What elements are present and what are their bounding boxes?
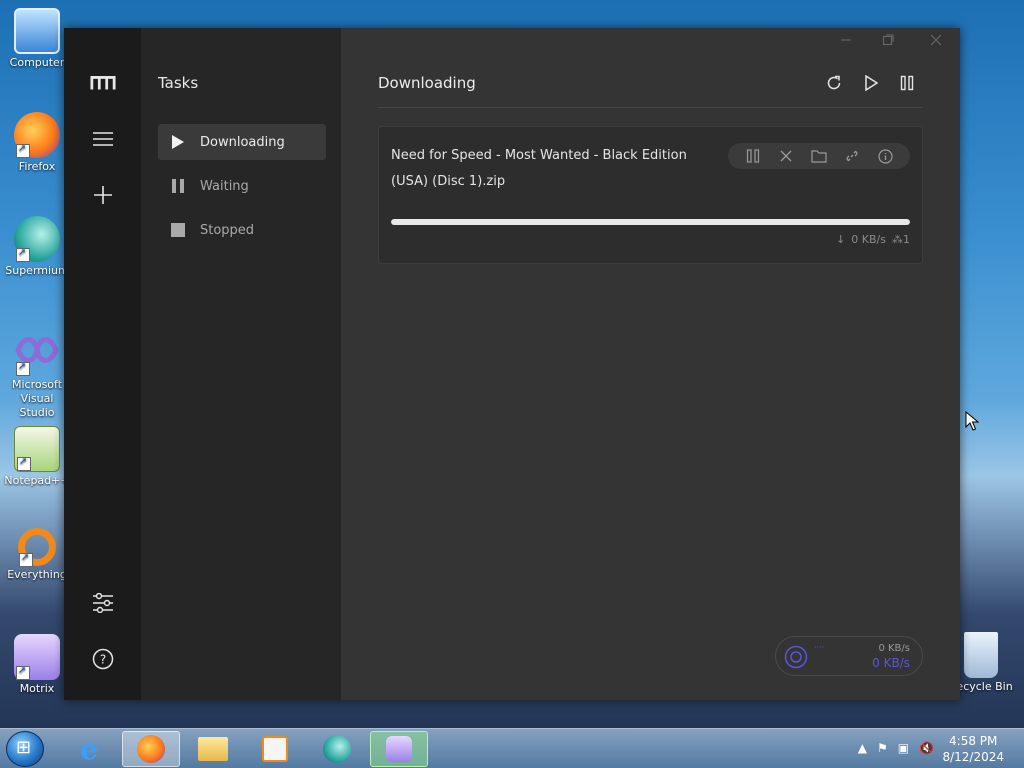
nav-item-label: Stopped: [200, 222, 255, 238]
nav-item-stopped[interactable]: Stopped: [158, 212, 326, 248]
nav-item-label: Downloading: [200, 134, 285, 150]
motrix-icon: [14, 634, 60, 680]
supermium-icon: [323, 735, 351, 763]
close-button[interactable]: [924, 34, 948, 50]
main-panel: Downloading Need for Speed - Most Wanted…: [341, 28, 979, 700]
speed-meter-label: ····: [814, 643, 825, 652]
task-nav: Downloading Waiting Stopped: [158, 124, 326, 256]
desktop-icon-supermium[interactable]: Supermium: [2, 216, 72, 278]
maximize-button[interactable]: [876, 34, 900, 50]
desktop-icon-label: Everything: [7, 568, 67, 581]
system-tray: ▲ ⚑ ▣ 🔇: [858, 741, 934, 755]
nav-item-waiting[interactable]: Waiting: [158, 168, 326, 204]
task-link-button[interactable]: [841, 146, 863, 166]
task-speed: 0 KB/s: [851, 233, 886, 246]
refresh-icon: [826, 75, 842, 95]
task-progress-bar: [391, 219, 910, 225]
ie-icon: e: [80, 732, 98, 766]
recycle-bin-icon: [964, 632, 998, 678]
icon-rail: ?: [64, 28, 141, 700]
play-icon: [170, 134, 186, 150]
desktop-icon-motrix[interactable]: Motrix: [2, 634, 72, 696]
motrix-icon: [386, 736, 412, 762]
desktop-icon-label: Microsoft Visual Studio: [11, 378, 63, 419]
task-pause-button[interactable]: [742, 146, 764, 166]
desktop-icon-label: Motrix: [19, 682, 55, 695]
task-item[interactable]: Need for Speed - Most Wanted - Black Edi…: [378, 126, 923, 264]
preferences-icon[interactable]: [90, 590, 116, 616]
folder-icon: [198, 737, 228, 761]
task-sidebar: Tasks Downloading Waiting Stopped: [141, 28, 341, 700]
title-divider: [378, 107, 923, 108]
nav-item-label: Waiting: [200, 178, 249, 194]
everything-icon: [18, 528, 56, 567]
visual-studio-icon: [14, 330, 60, 376]
motrix-logo-icon: [90, 70, 116, 96]
refresh-button[interactable]: [823, 74, 845, 96]
taskbar-supermium[interactable]: [308, 731, 366, 767]
network-icon[interactable]: ▣: [898, 741, 909, 755]
minimize-button[interactable]: [834, 34, 858, 50]
download-speed: 0 KB/s: [872, 656, 910, 670]
speedometer-icon: [784, 645, 808, 669]
supermium-icon: [14, 216, 60, 262]
desktop-icon-visual-studio[interactable]: Microsoft Visual Studio: [2, 330, 72, 420]
task-meta: ↓ 0 KB/s ⁂ 1: [836, 233, 910, 246]
nav-item-downloading[interactable]: Downloading: [158, 124, 326, 160]
task-progress-fill: [391, 219, 910, 225]
desktop-icon-label: Firefox: [18, 160, 56, 173]
pause-icon: [170, 178, 186, 194]
task-folder-button[interactable]: [808, 146, 830, 166]
stop-icon: [170, 222, 186, 238]
svg-text:?: ?: [100, 653, 106, 667]
firefox-icon: [14, 112, 60, 158]
desktop-icon-firefox[interactable]: Firefox: [2, 112, 72, 174]
download-arrow-icon: ↓: [836, 233, 846, 246]
sidebar-title: Tasks: [158, 74, 199, 92]
show-hidden-icons-icon[interactable]: ▲: [858, 741, 867, 755]
desktop-icon-label: Notepad++: [4, 474, 70, 487]
desktop-icon-everything[interactable]: Everything: [2, 528, 72, 582]
volume-muted-icon[interactable]: 🔇: [919, 741, 934, 755]
mouse-cursor-icon: [965, 411, 979, 431]
task-info-button[interactable]: [874, 146, 896, 166]
pause-all-button[interactable]: [896, 74, 918, 96]
firefox-icon: [137, 735, 165, 763]
taskbar-firefox[interactable]: [122, 731, 180, 767]
resume-all-button[interactable]: [860, 74, 882, 96]
taskbar-motrix[interactable]: [370, 731, 428, 767]
clock-date: 8/12/2024: [942, 750, 1004, 764]
clock-time: 4:58 PM: [949, 734, 998, 748]
taskbar-clock[interactable]: 4:58 PM 8/12/2024: [942, 733, 1004, 765]
speed-meter[interactable]: ···· 0 KB/s 0 KB/s: [775, 636, 923, 676]
connections-icon: ⁂: [892, 233, 903, 246]
menu-icon[interactable]: [90, 126, 116, 152]
page-title: Downloading: [378, 74, 476, 92]
notepadpp-icon: [14, 426, 60, 472]
motrix-window: ? Tasks Downloading Waiting Stopped Down…: [64, 28, 979, 700]
media-player-icon: [262, 736, 288, 762]
desktop-icon-notepadpp[interactable]: Notepad++: [2, 426, 72, 488]
task-connections: 1: [903, 233, 910, 246]
computer-icon: [14, 8, 60, 54]
upload-speed: 0 KB/s: [878, 643, 910, 654]
task-delete-button[interactable]: [775, 146, 797, 166]
help-icon[interactable]: ?: [90, 646, 116, 672]
task-name: Need for Speed - Most Wanted - Black Edi…: [391, 148, 687, 189]
taskbar-ie[interactable]: e: [60, 731, 118, 767]
task-actions: [728, 143, 910, 169]
action-center-flag-icon[interactable]: ⚑: [877, 741, 888, 755]
taskbar-media-player[interactable]: [246, 731, 304, 767]
desktop-icon-label: Computer: [9, 56, 65, 69]
pause-icon: [900, 75, 914, 95]
start-button[interactable]: [6, 731, 44, 767]
desktop-icon-label: Supermium: [5, 264, 69, 277]
add-task-icon[interactable]: [90, 182, 116, 208]
play-icon: [864, 74, 879, 95]
taskbar-explorer[interactable]: [184, 731, 242, 767]
desktop-icon-computer[interactable]: Computer: [2, 8, 72, 70]
taskbar: e ▲ ⚑ ▣ 🔇 4:58 PM 8/12/2024: [0, 728, 1024, 768]
